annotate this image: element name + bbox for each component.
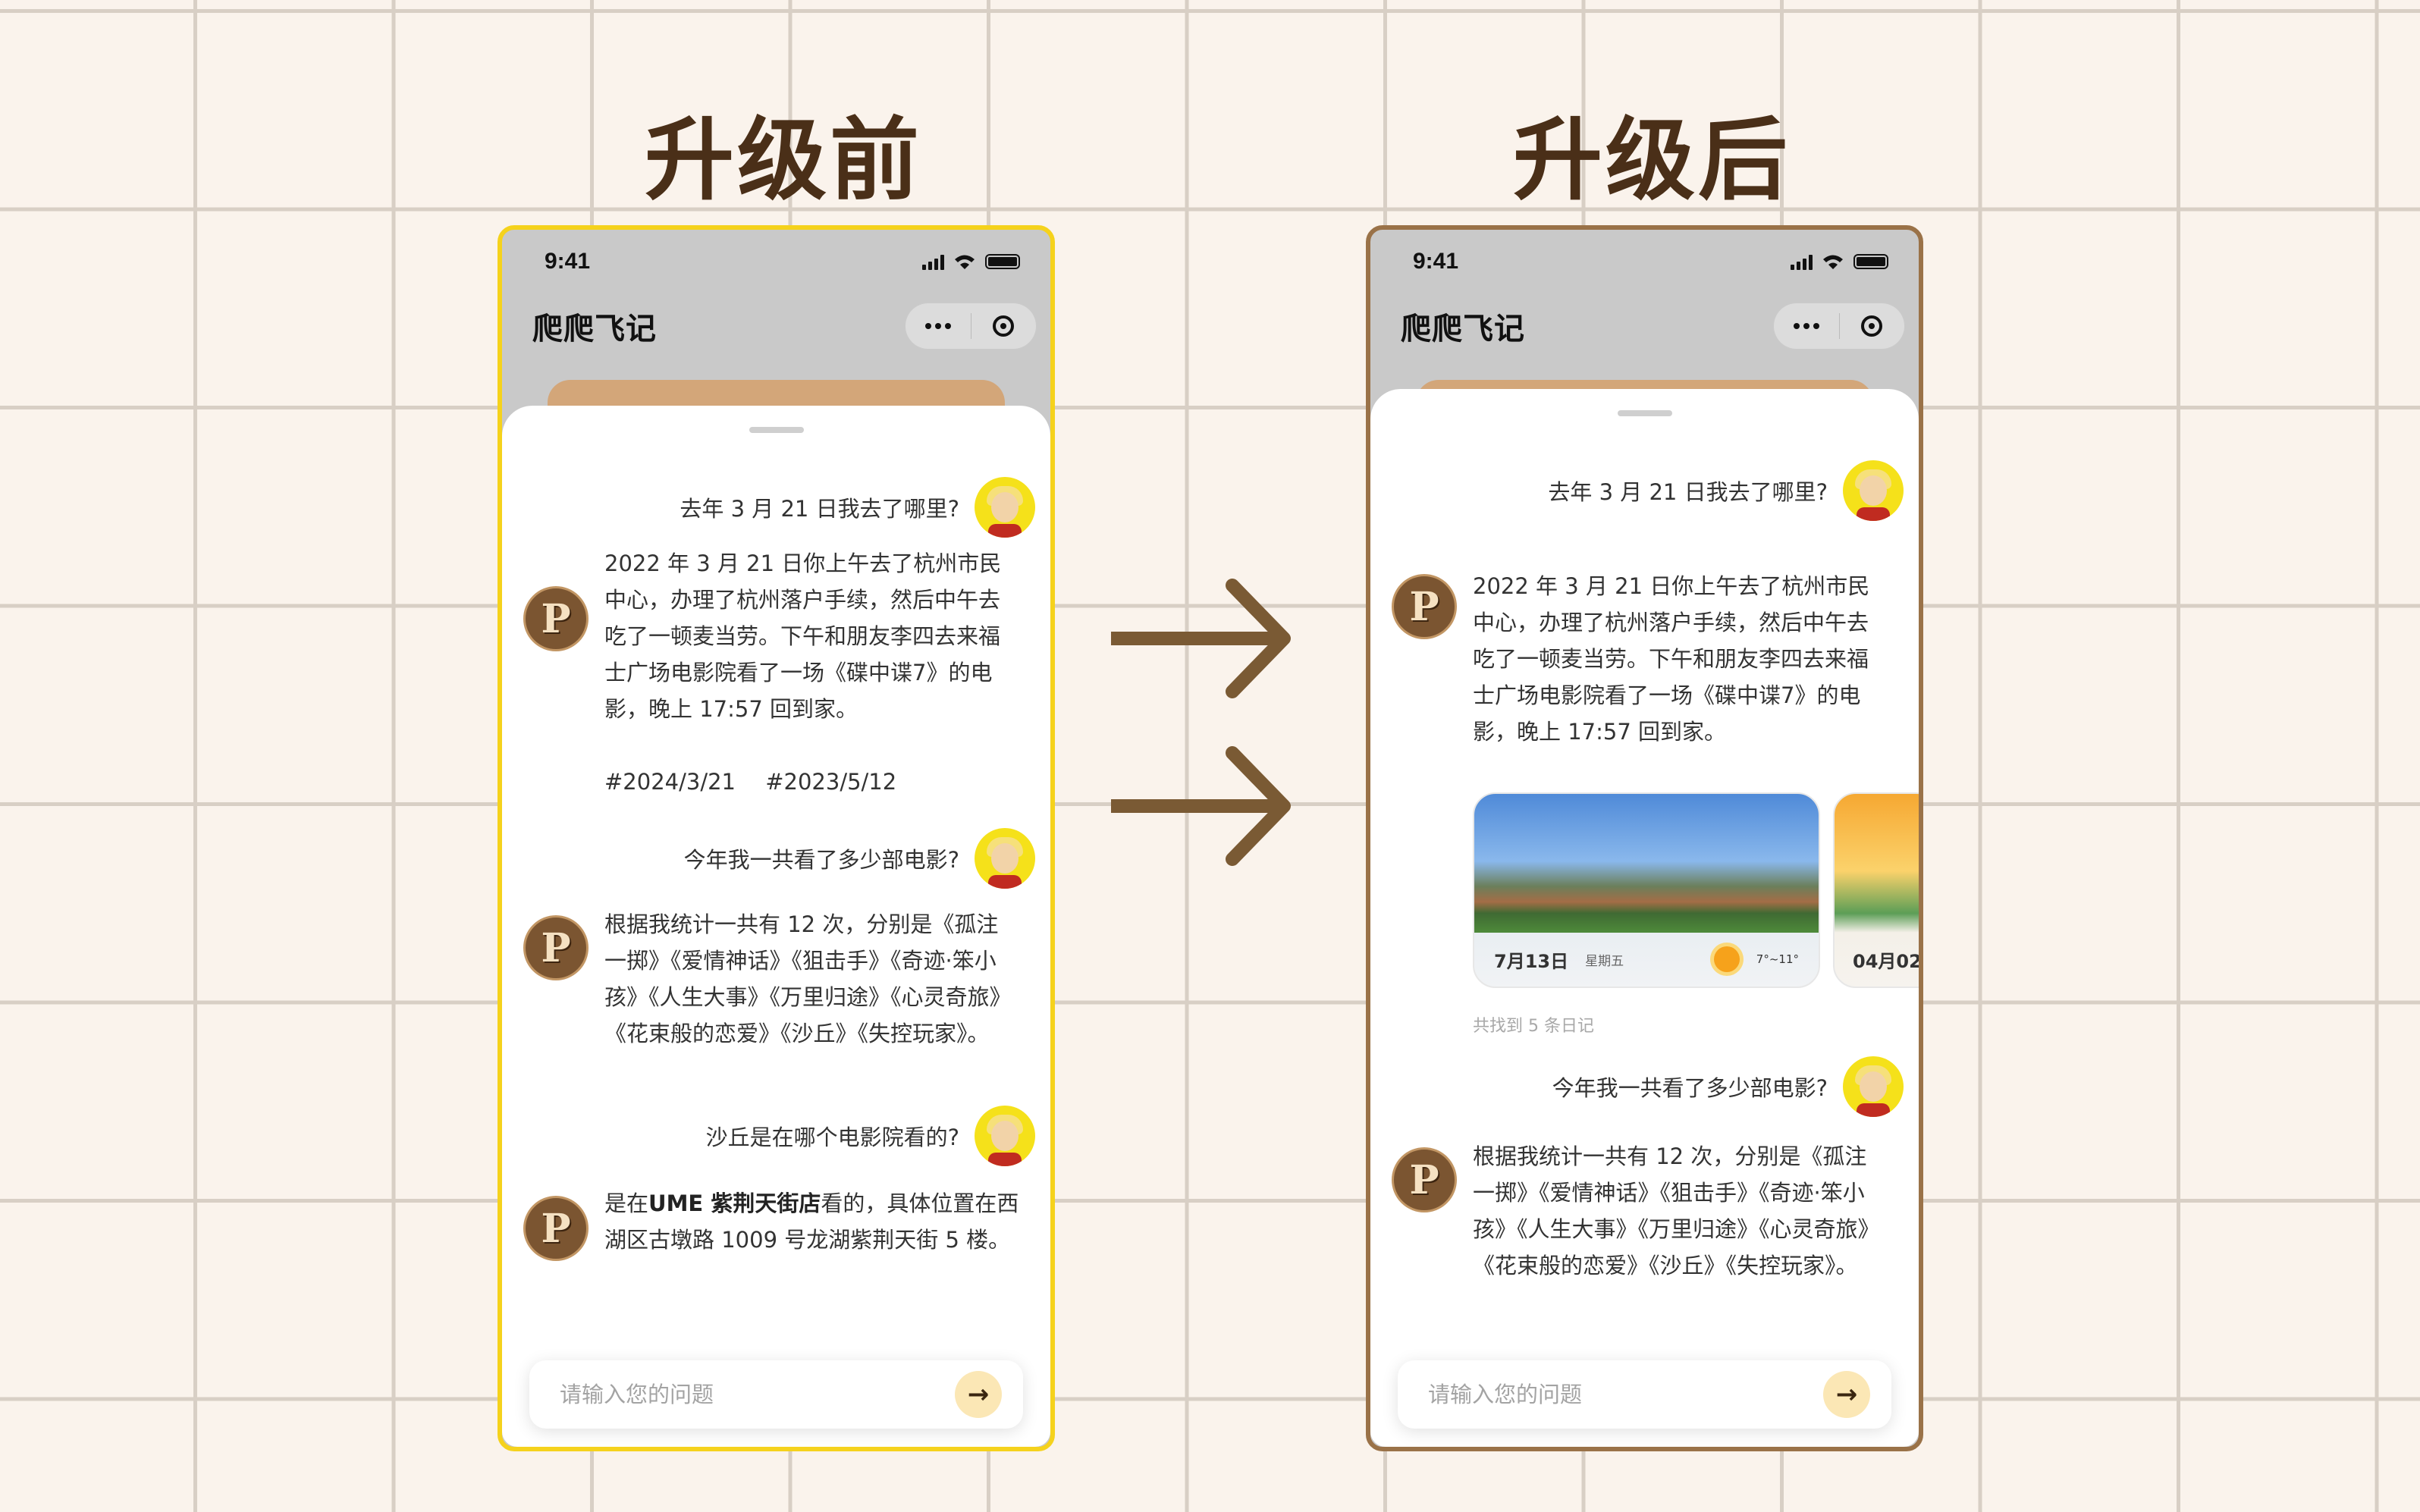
bot-message-text: 根据我统计一共有 12 次，分别是《孤注一掷》《爱情神话》《狙击手》《奇迹·笨小… [1473,1143,1880,1278]
drag-handle[interactable] [749,427,804,433]
user-avatar [975,477,1035,538]
chat-sheet: 去年 3 月 21 日我去了哪里? P 2022 年 3 月 21 日你上午去了… [1370,389,1919,1447]
status-time: 9:41 [1413,249,1459,274]
status-bar: 9:41 [1413,246,1888,277]
date-tags: #2024/3/21 #2023/5/12 [604,764,1020,800]
more-button[interactable] [1774,303,1839,349]
diary-card[interactable]: 7月13日 星期五 7°~11° [1473,792,1820,988]
bot-avatar: P [1392,574,1457,639]
signal-icon [922,253,944,270]
question-input-bar: → [529,1360,1023,1429]
signal-icon [1791,253,1813,270]
user-message-text: 今年我一共看了多少部电影? [683,847,959,873]
diary-card-temperature: 7°~11° [1756,952,1799,966]
user-avatar [1843,1056,1904,1117]
question-input[interactable] [558,1381,865,1408]
phone-before: 9:41 爬爬飞记 去年 3 月 21 日我去了哪里? P 2022 年 3 月… [497,225,1055,1451]
mini-program-capsule [1773,303,1905,350]
battery-icon [1853,254,1888,269]
user-message-text: 沙丘是在哪个电影院看的? [705,1125,959,1150]
bot-message: 根据我统计一共有 12 次，分别是《孤注一掷》《爱情神话》《狙击手》《奇迹·笨小… [1473,1138,1888,1284]
user-message: 今年我一共看了多少部电影? [684,828,1035,889]
bot-avatar: P [1392,1147,1457,1212]
more-dots-icon [1793,323,1819,329]
bot-message-text: 2022 年 3 月 21 日你上午去了杭州市民中心，办理了杭州落户手续，然后中… [1473,573,1870,745]
bot-message-text: 根据我统计一共有 12 次，分别是《孤注一掷》《爱情神话》《狙击手》《奇迹·笨小… [604,911,1012,1046]
user-message: 沙丘是在哪个电影院看的? [706,1106,1035,1166]
bot-message-text: 是在 [604,1190,649,1216]
diary-photo-carousel[interactable]: 7月13日 星期五 7°~11° 04月02日 [1473,792,1922,988]
more-button[interactable] [906,303,971,349]
user-message-text: 去年 3 月 21 日我去了哪里? [1548,479,1828,505]
diary-card[interactable]: 04月02日 [1833,792,1922,988]
send-arrow-icon: → [967,1379,990,1410]
target-icon [993,315,1015,337]
diary-card-date: 7月13日 [1494,950,1569,972]
cinema-name: UME 紫荆天街店 [648,1190,821,1216]
wifi-icon [1823,255,1843,269]
after-heading: 升级后 [1513,108,1791,212]
user-avatar [975,1106,1035,1166]
send-button[interactable]: → [955,1371,1002,1418]
bot-avatar: P [523,586,589,651]
bot-message: 根据我统计一共有 12 次，分别是《孤注一掷》《爱情神话》《狙击手》《奇迹·笨小… [604,906,1020,1052]
drag-handle[interactable] [1617,410,1672,416]
close-button[interactable] [971,303,1037,349]
diary-card-date: 04月02日 [1853,950,1922,972]
wifi-icon [955,255,975,269]
close-button[interactable] [1840,303,1905,349]
bot-message-text: 2022 年 3 月 21 日你上午去了杭州市民中心，办理了杭州落户手续，然后中… [604,551,1002,722]
user-message-text: 今年我一共看了多少部电影? [1552,1075,1828,1101]
before-heading: 升级前 [645,108,923,212]
app-title: 爬爬飞记 [532,312,657,347]
battery-icon [985,254,1020,269]
bot-avatar: P [523,915,589,980]
user-avatar [1843,460,1904,521]
user-message-text: 去年 3 月 21 日我去了哪里? [680,496,959,522]
question-input[interactable] [1427,1381,1733,1408]
status-time: 9:41 [545,249,591,274]
bot-avatar: P [523,1196,589,1261]
diary-card-weekday: 星期五 [1585,953,1624,969]
phone-after: 9:41 爬爬飞记 去年 3 月 21 日我去了哪里? P 2022 年 3 月… [1366,225,1923,1451]
right-arrow-icon [1111,746,1291,866]
question-input-bar: → [1398,1360,1891,1429]
user-message: 去年 3 月 21 日我去了哪里? [680,477,1035,538]
bot-message: 2022 年 3 月 21 日你上午去了杭州市民中心，办理了杭州落户手续，然后中… [604,545,1020,800]
send-arrow-icon: → [1835,1379,1858,1410]
app-title: 爬爬飞记 [1401,312,1525,347]
bot-message: 是在UME 紫荆天街店看的，具体位置在西湖区古墩路 1009 号龙湖紫荆天街 5… [604,1185,1020,1258]
mini-program-capsule [905,303,1037,350]
target-icon [1861,315,1883,337]
status-bar: 9:41 [545,246,1020,277]
date-tag[interactable]: #2023/5/12 [765,769,896,795]
date-tag[interactable]: #2024/3/21 [604,769,736,795]
found-count: 共找到 5 条日记 [1473,1017,1594,1036]
more-dots-icon [924,323,951,329]
right-arrow-icon [1111,579,1291,698]
user-message: 去年 3 月 21 日我去了哪里? [1548,460,1904,521]
bot-message: 2022 年 3 月 21 日你上午去了杭州市民中心，办理了杭州落户手续，然后中… [1473,568,1888,750]
chat-sheet: 去年 3 月 21 日我去了哪里? P 2022 年 3 月 21 日你上午去了… [502,406,1050,1447]
send-button[interactable]: → [1823,1371,1870,1418]
user-avatar [975,828,1035,889]
user-message: 今年我一共看了多少部电影? [1552,1056,1904,1117]
sun-icon [1713,946,1740,972]
